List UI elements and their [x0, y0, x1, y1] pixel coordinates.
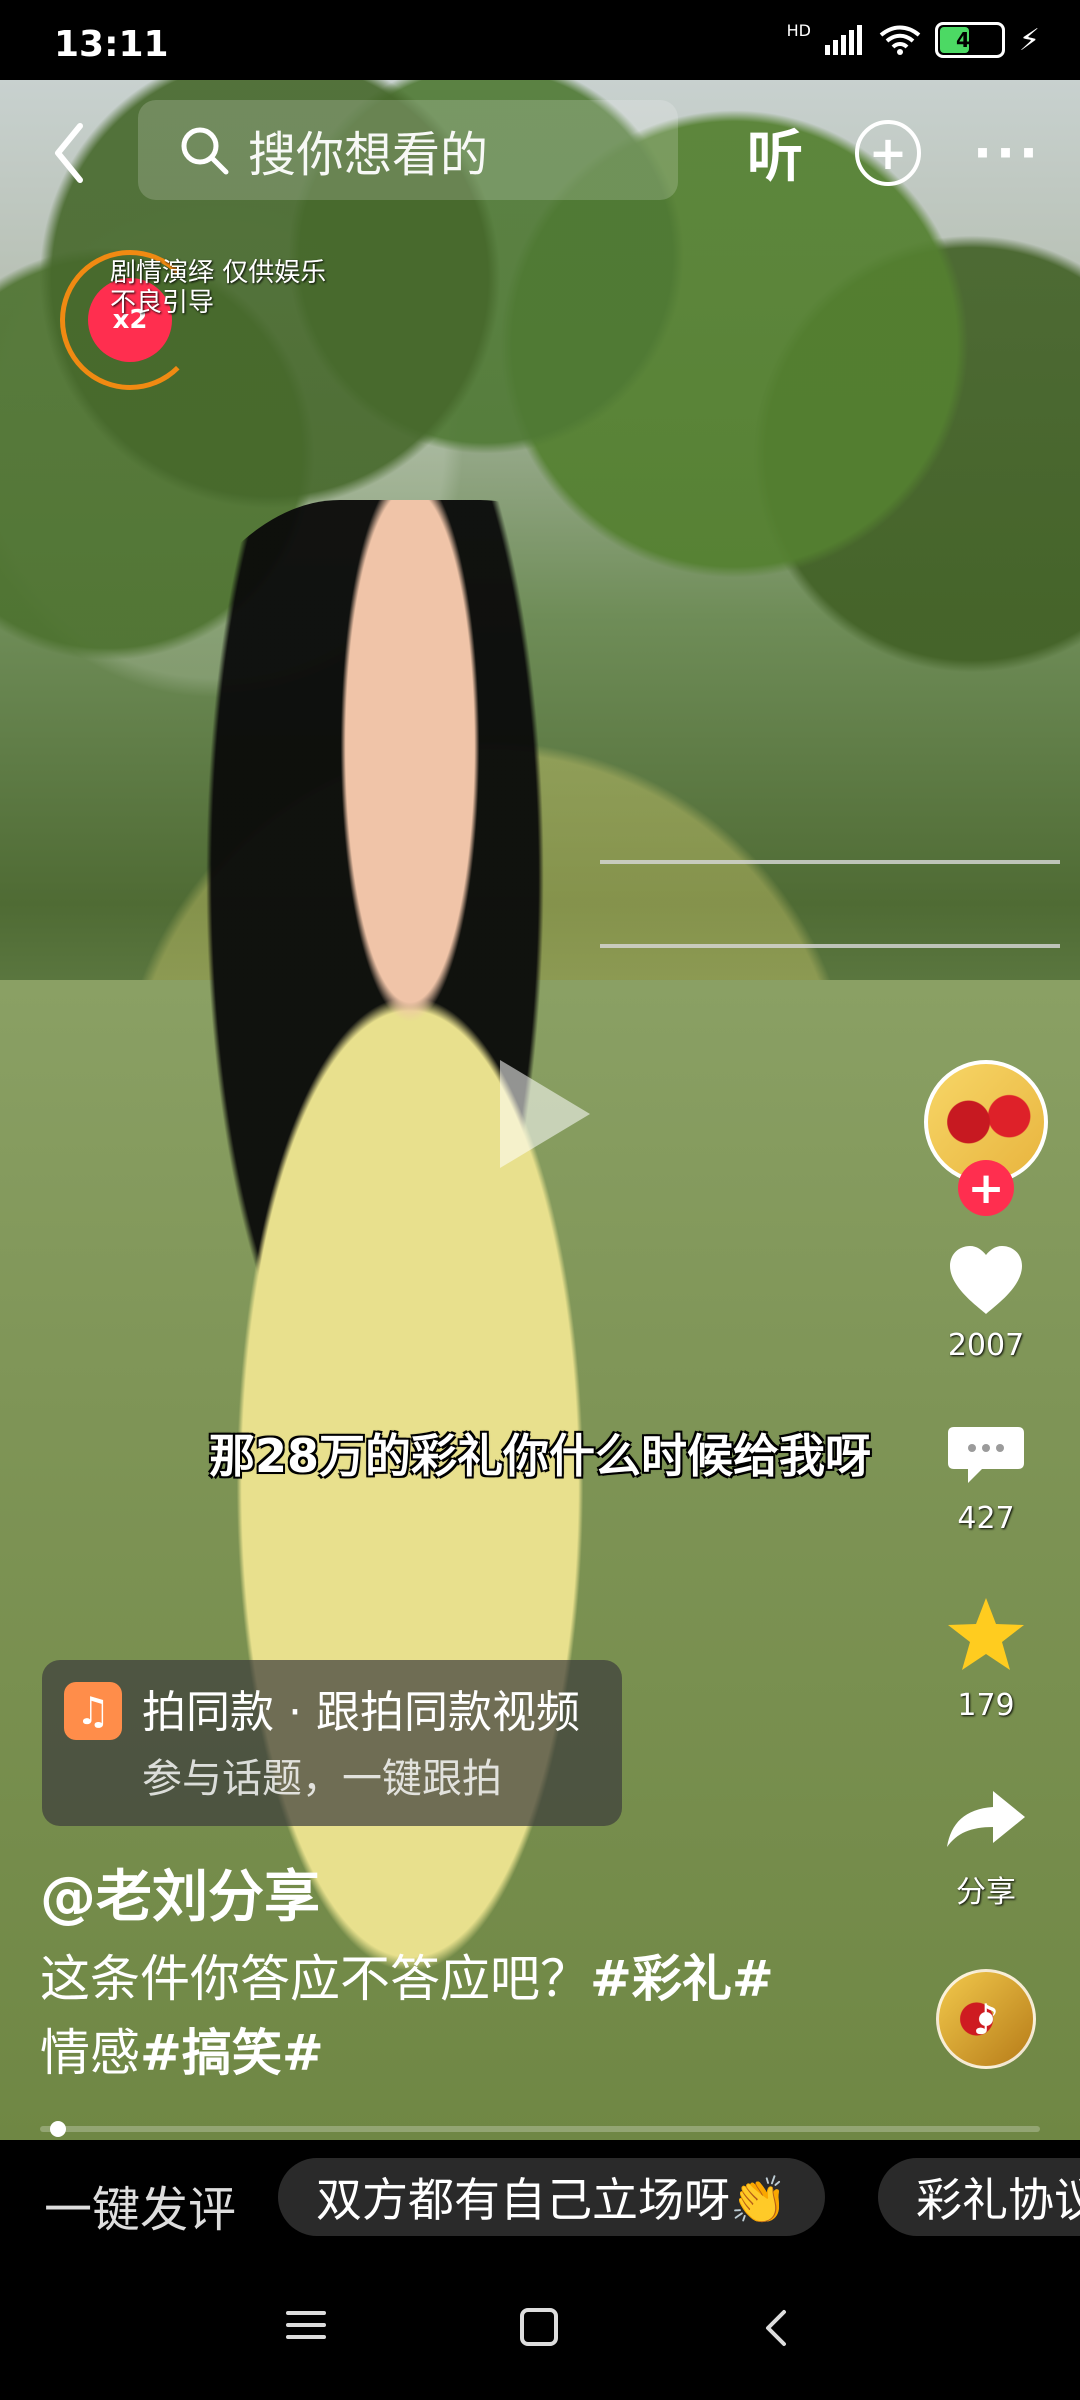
- quick-comment-bar: 一键发评 双方都有自己立场呀👏 彩礼协议: [0, 2140, 1080, 2260]
- nav-back-icon[interactable]: [760, 2308, 790, 2348]
- menu-icon[interactable]: [286, 2308, 326, 2342]
- play-icon[interactable]: [500, 1060, 590, 1168]
- content-notice-line1: 剧情演绎 仅供娱乐: [110, 258, 327, 288]
- back-icon[interactable]: [48, 118, 88, 188]
- system-nav-bar: [0, 2260, 1080, 2400]
- search-placeholder: 搜你想看的: [248, 127, 489, 183]
- network-label: HD: [786, 20, 811, 40]
- comment-action[interactable]: 427: [944, 1421, 1028, 1536]
- star-icon: [948, 1598, 1024, 1670]
- battery-level: 46: [956, 28, 984, 52]
- pai-subtitle: 参与话题，一键跟拍: [142, 1756, 502, 1802]
- share-icon: [947, 1791, 1025, 1847]
- video-progress[interactable]: [40, 2121, 1040, 2137]
- quick-comment-label: 一键发评: [44, 2182, 237, 2238]
- top-actions: 听 + ···: [747, 112, 1042, 193]
- progress-handle[interactable]: [50, 2121, 66, 2137]
- add-button[interactable]: +: [855, 119, 922, 186]
- side-actions: + 2007 427 179 分享 ♪: [916, 1060, 1056, 2069]
- quick-comment-chip-1[interactable]: 双方都有自己立场呀👏: [278, 2158, 826, 2236]
- status-time: 13:11: [54, 24, 169, 65]
- battery-icon: 46: [934, 22, 1005, 58]
- comment-count: 427: [957, 1501, 1015, 1536]
- charging-icon: ⚡: [1018, 22, 1040, 58]
- favorite-count: 179: [957, 1688, 1015, 1723]
- status-bar: 13:11 HD 46 ⚡: [0, 0, 1080, 80]
- pai-title: 拍同款 · 跟拍同款视频: [142, 1687, 580, 1738]
- content-notice: 剧情演绎 仅供娱乐 不良引导: [110, 258, 326, 318]
- like-count: 2007: [947, 1328, 1025, 1363]
- search-input[interactable]: 搜你想看的: [138, 100, 678, 200]
- search-icon: [181, 127, 229, 175]
- more-icon[interactable]: ···: [973, 124, 1042, 182]
- music-icon[interactable]: ♪: [936, 1969, 1036, 2069]
- quick-comment-chip-2[interactable]: 彩礼协议: [878, 2158, 1080, 2236]
- listen-button[interactable]: 听: [747, 112, 803, 193]
- author-name[interactable]: @老刘分享: [40, 1852, 320, 1933]
- heart-icon: [950, 1246, 1022, 1314]
- author-avatar-wrap[interactable]: +: [924, 1060, 1048, 1216]
- wifi-icon: [879, 25, 921, 55]
- top-bar: 搜你想看的 听 + ···: [0, 90, 1080, 220]
- music-note-icon: ♫: [64, 1682, 122, 1740]
- hashtag-gaoxiao[interactable]: #搞笑#: [140, 2024, 324, 2082]
- favorite-action[interactable]: 179: [942, 1594, 1030, 1723]
- home-icon[interactable]: [520, 2308, 558, 2346]
- like-action[interactable]: 2007: [944, 1242, 1028, 1363]
- caption-prefix: 这条件你答应不答应吧？: [40, 1950, 590, 2008]
- share-action[interactable]: 分享: [941, 1781, 1031, 1911]
- content-notice-line2: 不良引导: [110, 288, 215, 318]
- follow-button[interactable]: +: [958, 1160, 1014, 1216]
- pai-tong-kuan-card[interactable]: ♫ 拍同款 · 跟拍同款视频 参与话题，一键跟拍: [42, 1660, 622, 1826]
- hashtag-caili[interactable]: #彩礼#: [590, 1950, 774, 2008]
- post-caption: 这条件你答应不答应吧？#彩礼# 情感#搞笑#: [40, 1942, 920, 2090]
- signal-icon: [824, 25, 862, 55]
- comment-icon: [948, 1427, 1024, 1483]
- share-label: 分享: [956, 1875, 1016, 1910]
- caption-mid: 情感: [40, 2024, 140, 2082]
- status-icons: HD 46 ⚡: [786, 20, 1040, 58]
